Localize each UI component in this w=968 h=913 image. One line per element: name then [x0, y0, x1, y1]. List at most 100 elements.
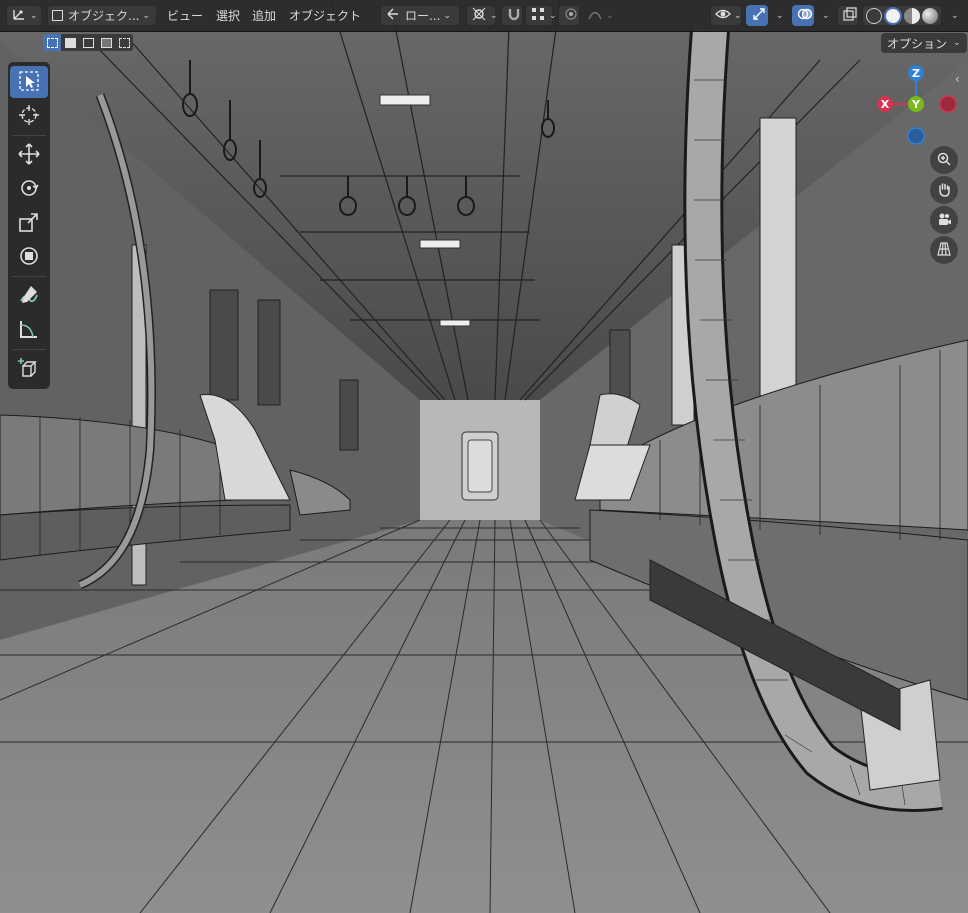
axes-icon	[11, 6, 27, 25]
toolbar-separator	[12, 276, 46, 277]
shading-rendered-icon[interactable]	[922, 7, 938, 24]
camera-view-button[interactable]	[930, 206, 958, 234]
gizmo-arrows-icon	[751, 6, 767, 25]
shading-solid-icon[interactable]	[884, 6, 902, 25]
gizmo-neg-z-axis	[907, 127, 925, 145]
options-label: オプション	[887, 36, 948, 51]
grid-snap-icon	[530, 6, 546, 25]
tool-add-cube[interactable]	[10, 353, 48, 385]
gizmo-dropdown[interactable]: ⌄	[768, 5, 786, 26]
select-intersect-icon[interactable]	[115, 34, 133, 51]
chevron-down-icon: ⌄	[142, 10, 150, 21]
object-mode-icon	[52, 10, 63, 21]
pan-button[interactable]	[930, 176, 958, 204]
3d-viewport[interactable]: ⌄ オブジェク... ⌄ ビュー 選択 追加 オブジェクト ロー... ⌄ ⌄	[0, 0, 968, 913]
gizmo-toggle[interactable]	[746, 5, 768, 26]
toolbar-separator	[12, 349, 46, 350]
chevron-down-icon: ⌄	[549, 10, 557, 21]
chevron-down-icon: ⌄	[443, 10, 451, 21]
select-invert-icon[interactable]	[97, 34, 115, 51]
chevron-down-icon: ⌄	[951, 10, 959, 21]
magnet-icon	[506, 6, 522, 25]
zoom-icon	[936, 151, 952, 170]
chevron-down-icon: ⌄	[734, 10, 742, 21]
xray-toggle[interactable]	[837, 5, 859, 26]
select-extend-icon[interactable]	[61, 34, 79, 51]
select-box-icon	[17, 69, 41, 96]
menu-view[interactable]: ビュー	[167, 5, 203, 26]
add-cube-icon	[17, 356, 41, 383]
chevron-down-icon: ⌄	[822, 10, 830, 21]
transform-icon	[17, 244, 41, 271]
overlay-toggle[interactable]	[792, 5, 814, 26]
pivot-point-dropdown[interactable]: ⌄	[466, 5, 498, 26]
measure-icon	[17, 317, 41, 344]
proportional-edit-icon	[563, 6, 579, 25]
pivot-point-icon	[471, 6, 487, 25]
visibility-dropdown[interactable]: ⌄	[710, 5, 742, 26]
viewport-header: ⌄ オブジェク... ⌄ ビュー 選択 追加 オブジェクト ロー... ⌄ ⌄	[0, 0, 968, 32]
toolbar	[8, 62, 50, 389]
shading-dropdown[interactable]: ⌄	[943, 5, 961, 26]
falloff-curve-icon	[587, 6, 603, 25]
snap-target-dropdown[interactable]: ⌄	[525, 5, 557, 26]
proportional-edit-toggle[interactable]	[558, 5, 580, 26]
ceiling-light-3	[439, 319, 471, 327]
orientation-icon	[385, 6, 401, 25]
eye-icon	[715, 6, 731, 25]
move-icon	[17, 142, 41, 169]
select-set-icon[interactable]	[43, 34, 61, 51]
navigation-gizmo[interactable]: Z X Y	[868, 60, 968, 150]
menu-select[interactable]: 選択	[216, 5, 240, 26]
editor-type-button[interactable]: ⌄	[6, 5, 42, 26]
tool-scale[interactable]	[10, 207, 48, 239]
falloff-dropdown[interactable]: ⌄	[582, 5, 614, 26]
mode-dropdown[interactable]: オブジェク... ⌄	[47, 5, 157, 26]
tool-measure[interactable]	[10, 314, 48, 346]
mode-label: オブジェク...	[68, 9, 140, 23]
scale-icon	[17, 210, 41, 237]
overlay-dropdown[interactable]: ⌄	[814, 5, 832, 26]
gizmo-x-label: X	[881, 98, 890, 111]
chevron-down-icon: ⌄	[30, 10, 38, 21]
tool-annotate[interactable]	[10, 280, 48, 312]
menu-add[interactable]: 追加	[252, 5, 276, 26]
select-subtract-icon[interactable]	[79, 34, 97, 51]
shading-material-icon[interactable]	[904, 7, 920, 24]
camera-icon	[936, 211, 952, 230]
transform-orientation-dropdown[interactable]: ロー... ⌄	[380, 5, 460, 26]
chevron-down-icon: ⌄	[606, 10, 614, 21]
tool-cursor[interactable]	[10, 100, 48, 132]
subway-car-scene	[0, 0, 968, 913]
chevron-down-icon: ⌄	[776, 10, 784, 21]
toolbar-separator	[12, 135, 46, 136]
shading-wireframe-icon[interactable]	[866, 7, 882, 24]
rotate-icon	[17, 176, 41, 203]
orientation-label: ロー...	[405, 9, 441, 23]
shading-modes	[862, 5, 942, 26]
cursor-icon	[17, 103, 41, 130]
tool-move[interactable]	[10, 139, 48, 171]
options-dropdown[interactable]: オプション ⌄	[881, 33, 967, 53]
tool-rotate[interactable]	[10, 173, 48, 205]
xray-icon	[842, 6, 858, 25]
zoom-button[interactable]	[930, 146, 958, 174]
annotate-icon	[17, 283, 41, 310]
gizmo-z-label: Z	[912, 67, 920, 80]
gizmo-y-label: Y	[911, 98, 921, 111]
tool-select-box[interactable]	[10, 66, 48, 98]
end-door-window	[467, 439, 493, 493]
hand-pan-icon	[936, 181, 952, 200]
ceiling-light-2	[419, 239, 461, 249]
select-mode-group	[43, 34, 133, 51]
ceiling-light-1	[379, 94, 431, 106]
chevron-down-icon: ⌄	[953, 38, 961, 48]
tool-transform[interactable]	[10, 241, 48, 273]
chevron-down-icon: ⌄	[490, 10, 498, 21]
overlay-icon	[797, 6, 813, 25]
menu-object[interactable]: オブジェクト	[289, 5, 361, 26]
ortho-grid-icon	[936, 241, 952, 260]
snap-toggle[interactable]	[501, 5, 523, 26]
tool-settings-bar	[0, 31, 968, 54]
ortho-toggle-button[interactable]	[930, 236, 958, 264]
